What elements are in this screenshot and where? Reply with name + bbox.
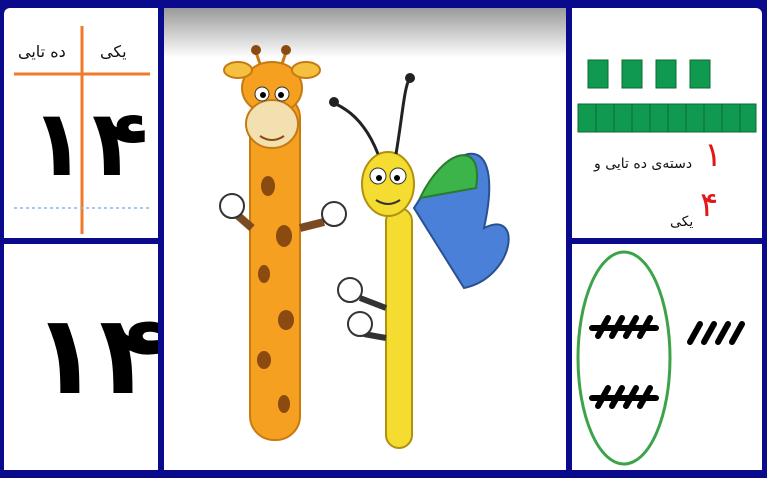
ones-digit: ۴: [92, 90, 149, 197]
number-card: ۱۴: [4, 244, 158, 470]
ones-cubes: [587, 59, 711, 89]
illustration-panel: [164, 8, 566, 470]
base-ten-blocks: [577, 59, 757, 133]
butterfly-illustration: [329, 73, 510, 449]
ones-count: ۴: [700, 185, 719, 225]
tally-marks: [576, 250, 745, 466]
decomposition-panel: ۱ دسته‌ی ده تایی و ۴ یکی: [572, 8, 762, 238]
tally-panel: [572, 244, 762, 470]
giraffe-illustration: [219, 45, 347, 441]
number-value: ۱۴: [32, 291, 158, 419]
giraffe-butterfly-illustration: [219, 45, 510, 449]
tens-rod: [577, 103, 757, 133]
place-value-chart: یکی ده تایی ۴ ۱: [4, 8, 158, 238]
tens-text: دسته‌ی ده تایی و: [594, 156, 693, 172]
ones-text: یکی: [670, 214, 694, 230]
worksheet-frame: یکی ده تایی ۴ ۱ ۱۴: [0, 0, 767, 478]
tally-group-oval: [576, 250, 672, 466]
tens-count: ۱: [704, 135, 723, 175]
tens-digit: ۱: [30, 90, 87, 197]
